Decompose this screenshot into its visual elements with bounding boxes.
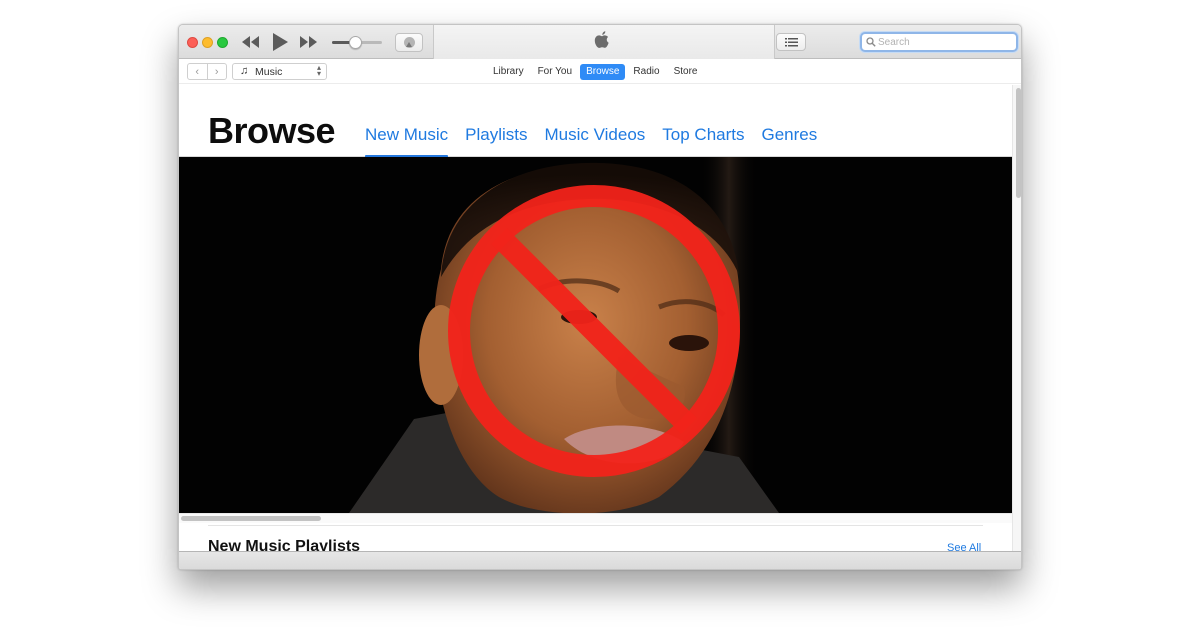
tab-library[interactable]: Library (487, 64, 530, 80)
see-all-link[interactable]: See All (947, 542, 981, 551)
up-next-button[interactable] (776, 33, 806, 51)
tab-radio[interactable]: Radio (627, 64, 665, 80)
page-title: Browse (208, 110, 336, 151)
hero-image (179, 157, 1012, 513)
minimize-window-button[interactable] (202, 37, 213, 48)
hero-banner[interactable] (179, 157, 1012, 513)
rewind-icon (242, 36, 259, 48)
horizontal-scrollbar[interactable] (179, 513, 1012, 523)
airplay-button[interactable] (395, 33, 423, 52)
browse-tab-playlists[interactable]: Playlists (465, 125, 527, 145)
search-field[interactable] (860, 32, 1018, 52)
fast-forward-button[interactable] (299, 36, 319, 48)
volume-knob[interactable] (348, 36, 362, 49)
play-icon (273, 33, 288, 51)
up-down-chevron-icon: ▴ ▾ (316, 63, 321, 78)
tab-browse[interactable]: Browse (580, 64, 626, 80)
fast-forward-icon (300, 36, 317, 48)
tab-for-you[interactable]: For You (532, 64, 578, 80)
navigation-bar: ‹ › ♫ Music ▴ ▾ Library For You Browse Ra… (179, 59, 1021, 84)
list-icon (785, 38, 798, 47)
right-eye (669, 335, 709, 351)
apple-logo-icon (594, 31, 609, 48)
status-bar (179, 551, 1021, 569)
browse-tab-music-videos[interactable]: Music Videos (544, 125, 645, 145)
play-button[interactable] (272, 32, 289, 52)
chevron-left-icon: ‹ (195, 65, 200, 78)
library-tabs: Library For You Browse Radio Store (487, 64, 703, 80)
close-window-button[interactable] (187, 37, 198, 48)
forward-button[interactable]: › (206, 64, 227, 79)
chevron-right-icon: › (214, 65, 219, 78)
horizontal-scroll-thumb[interactable] (181, 516, 321, 521)
section-divider (208, 525, 983, 526)
browse-tab-genres[interactable]: Genres (761, 125, 817, 145)
music-note-icon: ♫ (240, 65, 249, 77)
volume-slider[interactable] (332, 36, 382, 49)
browse-tab-new-music[interactable]: New Music (365, 125, 449, 158)
media-type-label: Music (255, 66, 283, 78)
status-display (433, 25, 775, 59)
airplay-icon (404, 37, 415, 48)
browse-tab-top-charts[interactable]: Top Charts (662, 125, 744, 145)
history-navigation: ‹ › (187, 63, 227, 80)
vertical-scrollbar[interactable] (1012, 85, 1021, 551)
maximize-window-button[interactable] (217, 37, 228, 48)
back-button[interactable]: ‹ (188, 64, 207, 79)
search-input[interactable] (878, 34, 1014, 50)
tab-store[interactable]: Store (668, 64, 704, 80)
magnifier-icon (866, 37, 876, 47)
section-title: New Music Playlists (208, 538, 361, 551)
browse-tabs: New Music Playlists Music Videos Top Cha… (365, 125, 834, 158)
browse-content: Browse New Music Playlists Music Videos … (179, 85, 1012, 551)
vertical-scroll-thumb[interactable] (1016, 88, 1021, 198)
media-type-select[interactable]: ♫ Music ▴ ▾ (232, 63, 327, 80)
rewind-button[interactable] (241, 36, 261, 48)
player-toolbar (179, 25, 1021, 59)
browse-header: Browse New Music Playlists Music Videos … (179, 85, 1012, 158)
itunes-window: ‹ › ♫ Music ▴▾ Library For You Browse Ra… (178, 24, 1022, 570)
